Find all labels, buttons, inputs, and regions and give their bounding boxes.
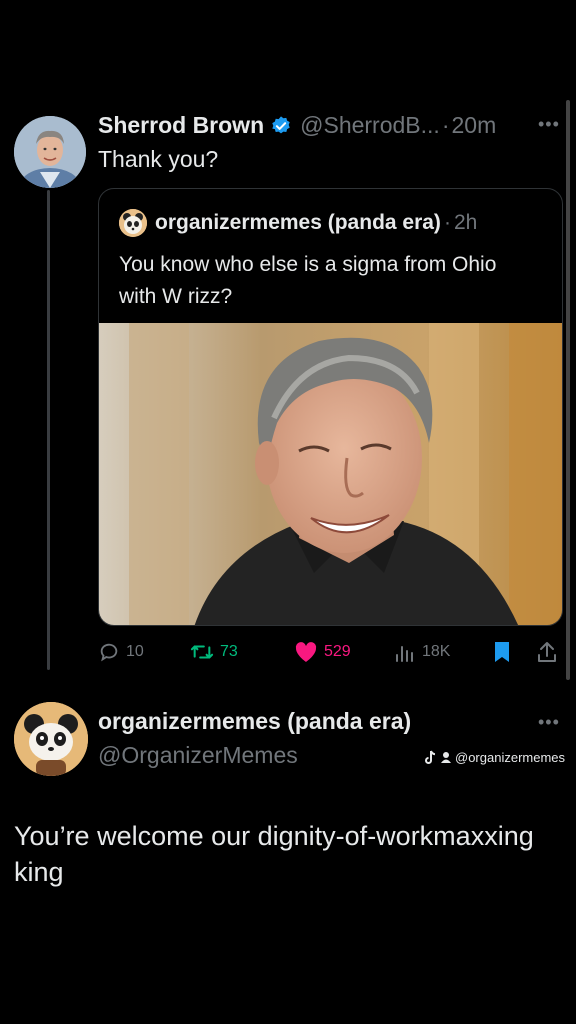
- tiktok-icon: [425, 750, 436, 764]
- retweet-icon: [190, 645, 214, 659]
- bookmark-icon: [495, 642, 509, 662]
- retweet-button[interactable]: 73: [190, 638, 238, 666]
- tweet-timestamp[interactable]: 20m: [451, 112, 496, 139]
- quoted-author-name[interactable]: organizermemes (panda era): [155, 211, 441, 235]
- quoted-tweet-card[interactable]: organizermemes (panda era) · 2h You know…: [98, 188, 563, 626]
- share-button[interactable]: [536, 638, 564, 666]
- author-handle[interactable]: @SherrodB...: [300, 112, 440, 139]
- user-icon: [441, 752, 451, 763]
- watermark-handle: @organizermemes: [455, 750, 566, 765]
- heart-icon: [295, 642, 317, 662]
- reply-icon: [100, 643, 118, 662]
- quoted-tweet-text: You know who else is a sigma from Ohio w…: [119, 253, 497, 308]
- verified-badge-icon: [272, 115, 290, 133]
- scrollbar[interactable]: [566, 100, 570, 680]
- reply-count: 10: [126, 643, 144, 660]
- bookmark-button[interactable]: [492, 638, 518, 666]
- quoted-photo[interactable]: [99, 323, 562, 625]
- retweet-count: 73: [220, 643, 238, 660]
- views-button[interactable]: 18K: [394, 638, 450, 666]
- avatar[interactable]: [14, 702, 88, 776]
- quoted-author-avatar: [119, 209, 147, 237]
- more-options-icon[interactable]: •••: [538, 712, 560, 733]
- reply-author-name[interactable]: organizermemes (panda era): [98, 708, 411, 735]
- reply-button[interactable]: 10: [98, 638, 144, 666]
- author-name[interactable]: Sherrod Brown: [98, 112, 264, 139]
- more-options-icon[interactable]: •••: [538, 114, 560, 135]
- separator-dot: ·: [443, 211, 451, 234]
- share-icon: [538, 642, 556, 662]
- views-icon: [396, 646, 413, 662]
- reply-author-handle[interactable]: @OrganizerMemes: [98, 742, 298, 769]
- reply-text: You’re welcome our dignity-of-workmaxxin…: [14, 821, 534, 887]
- tweet-actions: 10 73 529 18K: [98, 638, 568, 666]
- tweet-text: Thank you?: [98, 146, 219, 172]
- thread-line: [47, 190, 50, 670]
- avatar[interactable]: [14, 116, 86, 188]
- tiktok-watermark: @organizermemes: [424, 750, 565, 765]
- like-button[interactable]: 529: [294, 638, 351, 666]
- quoted-timestamp[interactable]: 2h: [454, 211, 477, 235]
- view-count: 18K: [422, 643, 451, 660]
- like-count: 529: [324, 643, 351, 660]
- separator-dot: ·: [441, 112, 450, 138]
